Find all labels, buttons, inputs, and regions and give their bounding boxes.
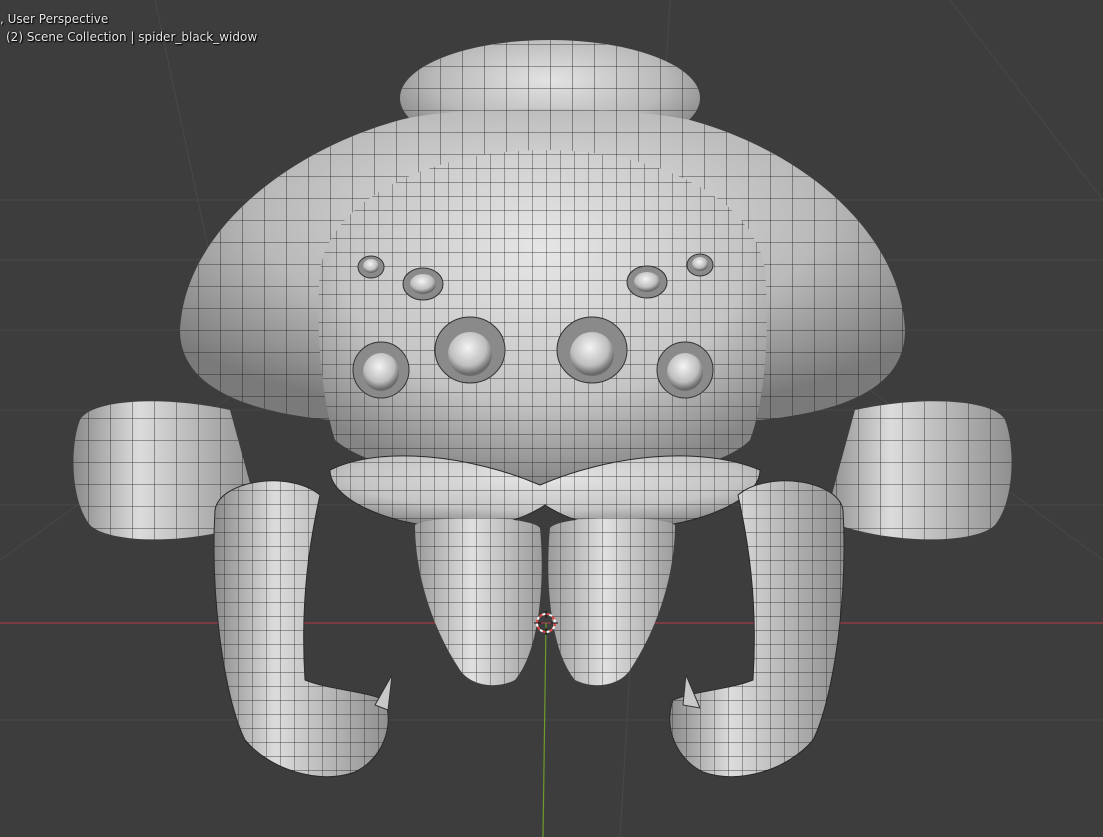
right-pedipalp <box>669 480 845 778</box>
eye-small-left-inner <box>402 267 444 301</box>
eye-small-right-outer <box>686 253 714 277</box>
eye-large-outer-left <box>352 341 410 399</box>
spider-mesh[interactable] <box>73 40 1012 778</box>
view-mode-label: , User Perspective <box>0 12 109 26</box>
eye-large-inner-left <box>434 316 506 384</box>
eye-large-inner-right <box>556 316 628 384</box>
left-pedipalp <box>213 480 393 778</box>
eye-small-left-outer <box>357 255 385 279</box>
eye-small-right-inner <box>626 265 668 299</box>
right-side-leg <box>825 401 1012 540</box>
eye-large-outer-right <box>656 341 714 399</box>
viewport-scene[interactable] <box>0 0 1103 837</box>
spider-head <box>318 150 767 529</box>
collection-object-label: (2) Scene Collection | spider_black_wido… <box>6 30 258 44</box>
y-axis-line <box>542 622 547 837</box>
3d-viewport[interactable]: , User Perspective (2) Scene Collection … <box>0 0 1103 837</box>
